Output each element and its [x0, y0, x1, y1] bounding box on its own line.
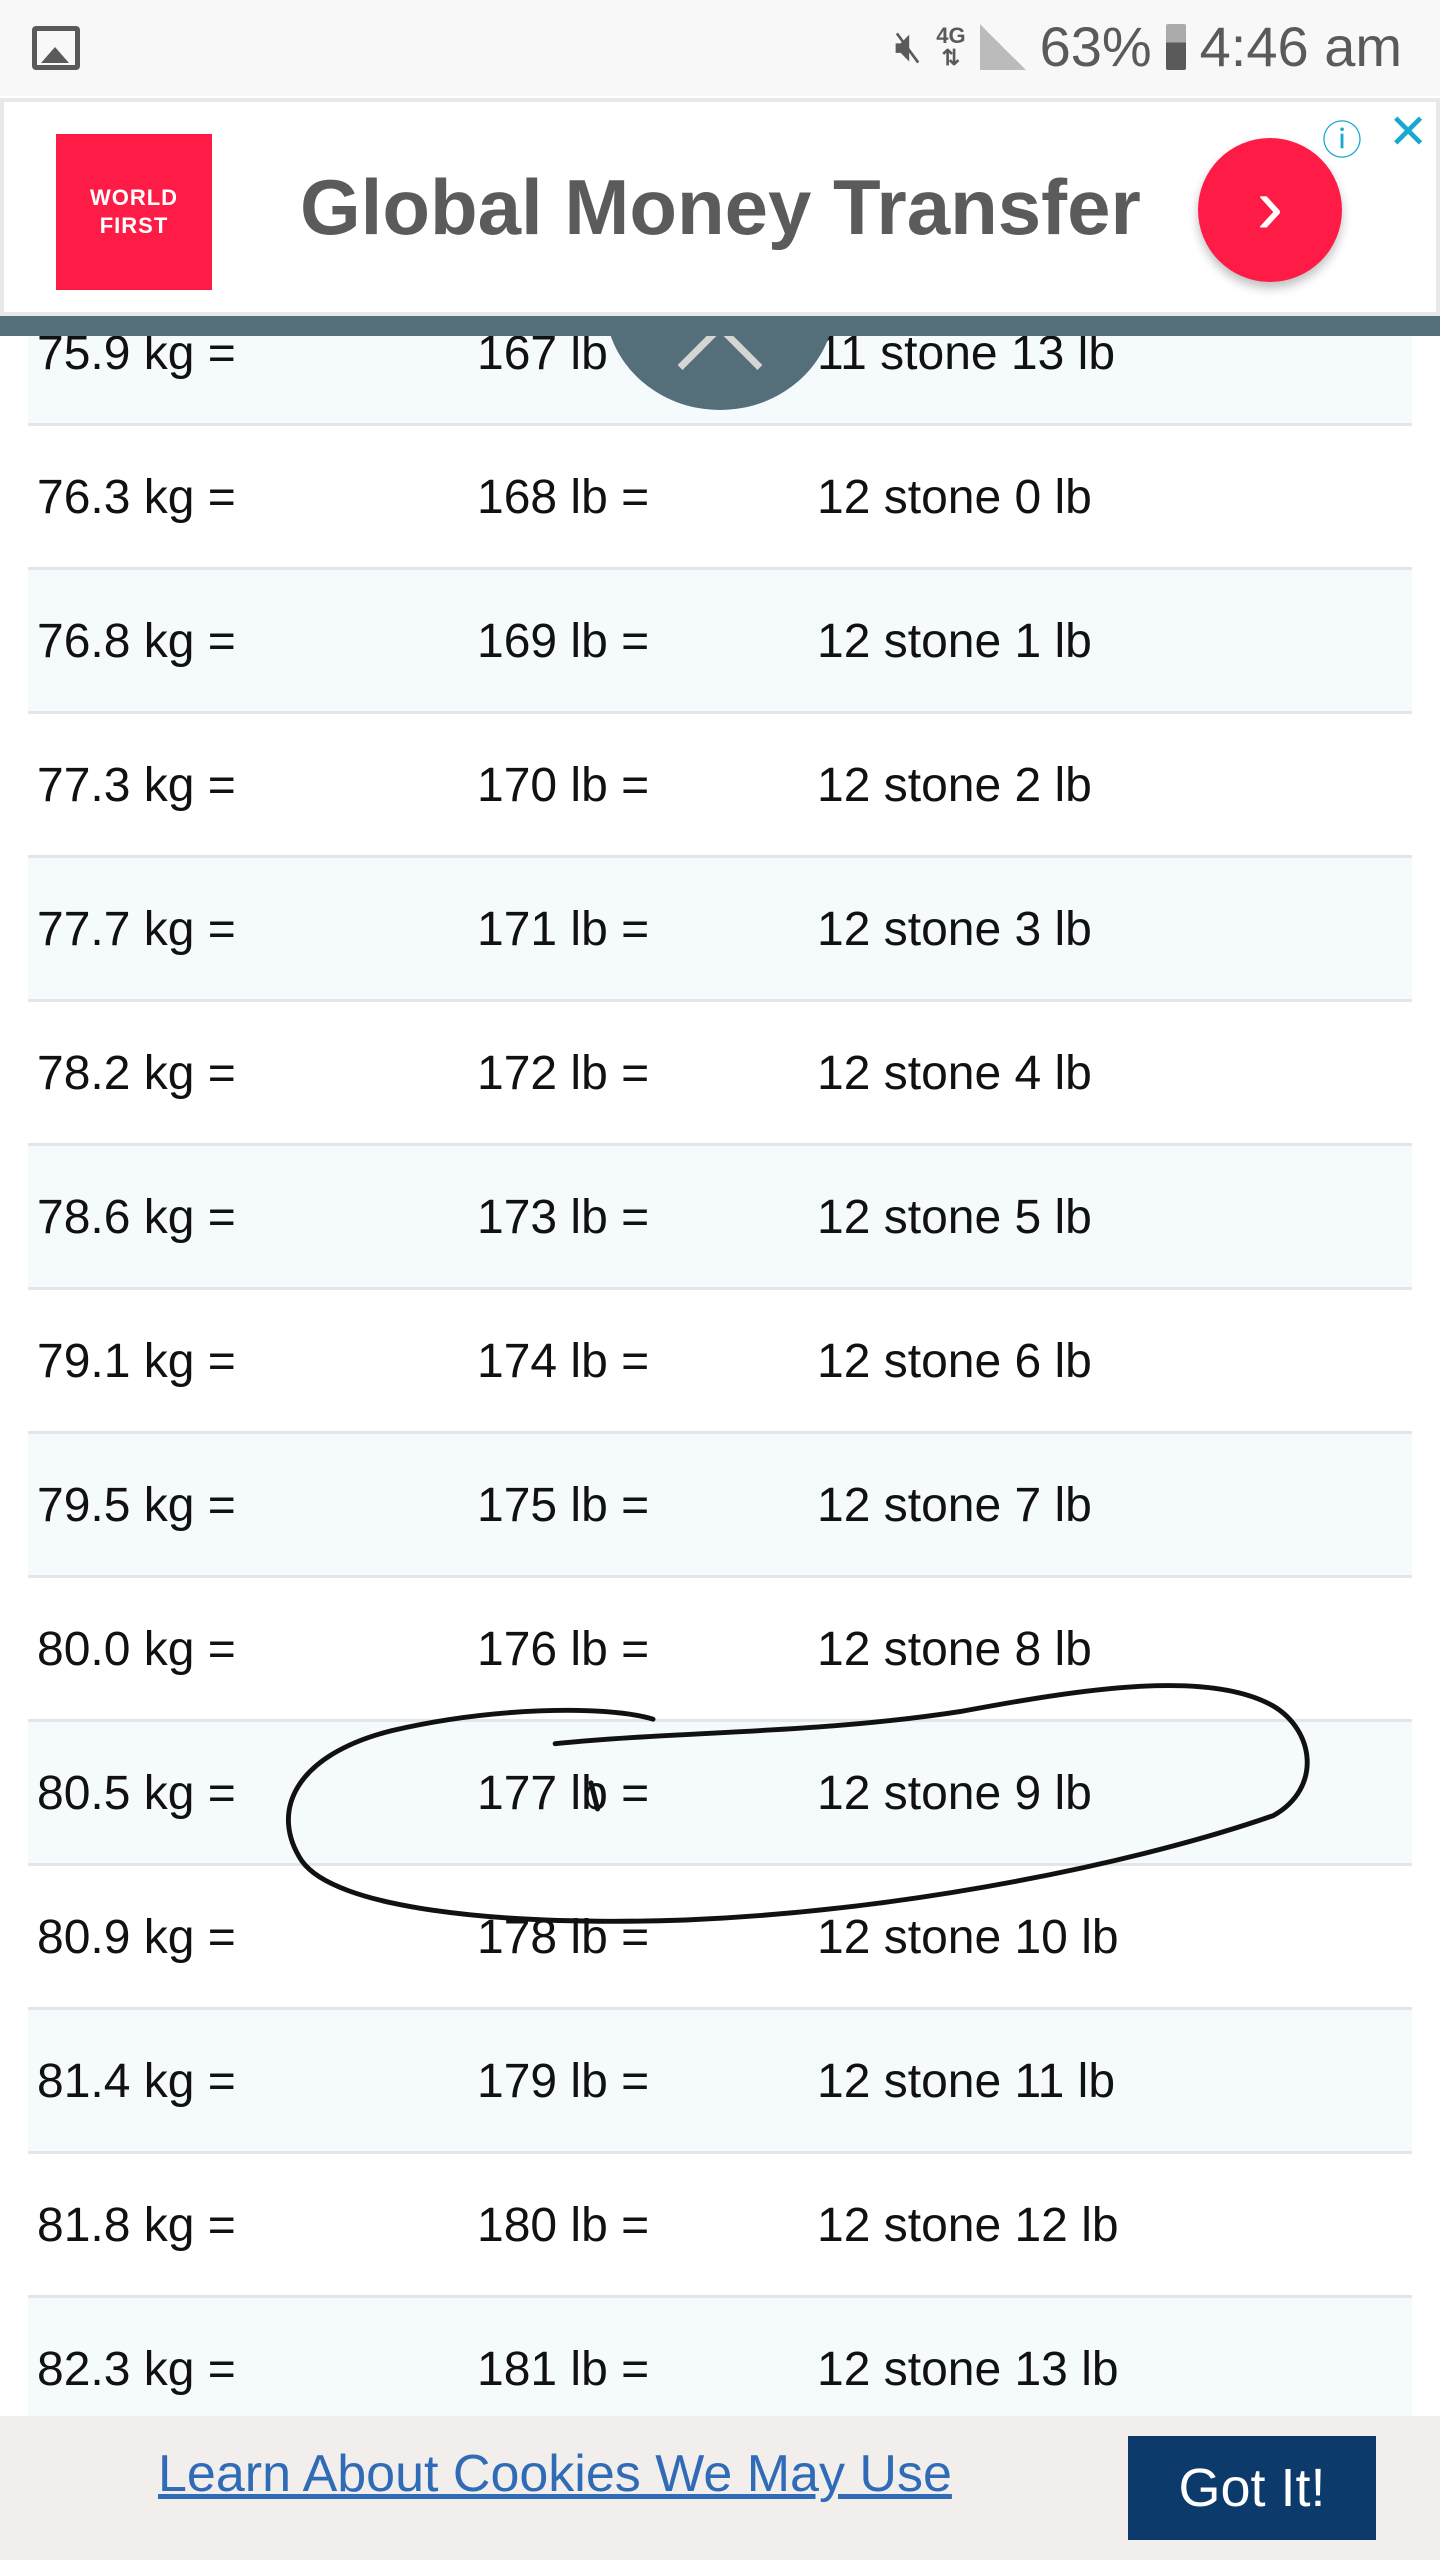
stone-cell: 12 stone 4 lb [817, 1047, 1092, 1100]
lb-cell: 173 lb = [477, 1191, 650, 1244]
lb-cell: 179 lb = [477, 2055, 650, 2108]
table-row: 80.5 kg = 177 lb = 12 stone 9 lb [28, 1722, 1412, 1866]
stone-cell: 12 stone 8 lb [817, 1623, 1092, 1676]
lb-cell: 174 lb = [477, 1335, 650, 1388]
lb-cell: 177 lb = [477, 1767, 650, 1820]
table-row: 79.5 kg = 175 lb = 12 stone 7 lb [28, 1434, 1412, 1578]
table-row: 80.9 kg = 178 lb = 12 stone 10 lb [28, 1866, 1412, 2010]
lb-cell: 171 lb = [477, 903, 650, 956]
stone-cell: 12 stone 13 lb [817, 2343, 1119, 2396]
close-icon[interactable]: ✕ [1388, 104, 1428, 160]
kg-cell: 76.3 kg = [37, 471, 236, 524]
kg-cell: 80.5 kg = [37, 1767, 236, 1820]
stone-cell: 12 stone 5 lb [817, 1191, 1092, 1244]
cookie-banner: Learn About Cookies We May Use Got It! [0, 2416, 1440, 2560]
status-bar: 🔇︎ 4G ⇅ 63% 4:46 am [0, 0, 1440, 96]
kg-cell: 77.3 kg = [37, 759, 236, 812]
kg-cell: 79.5 kg = [37, 1479, 236, 1532]
ad-title[interactable]: Global Money Transfer [300, 162, 1141, 253]
table-row: 79.1 kg = 174 lb = 12 stone 6 lb [28, 1290, 1412, 1434]
lb-cell: 176 lb = [477, 1623, 650, 1676]
stone-cell: 12 stone 7 lb [817, 1479, 1092, 1532]
chevron-right-icon[interactable]: › [1198, 138, 1342, 282]
kg-cell: 76.8 kg = [37, 615, 236, 668]
lb-cell: 181 lb = [477, 2343, 650, 2396]
header-bar [0, 316, 1440, 336]
kg-cell: 80.9 kg = [37, 1911, 236, 1964]
got-it-button[interactable]: Got It! [1128, 2436, 1376, 2540]
kg-cell: 81.8 kg = [37, 2199, 236, 2252]
table-row: 77.3 kg = 170 lb = 12 stone 2 lb [28, 714, 1412, 858]
stone-cell: 12 stone 11 lb [817, 2055, 1116, 2108]
mute-icon: 🔇︎ [894, 21, 923, 71]
table-row: 76.8 kg = 169 lb = 12 stone 1 lb [28, 570, 1412, 714]
lb-cell: 168 lb = [477, 471, 650, 524]
table-row: 80.0 kg = 176 lb = 12 stone 8 lb [28, 1578, 1412, 1722]
stone-cell: 12 stone 10 lb [817, 1911, 1119, 1964]
stone-cell: 12 stone 6 lb [817, 1335, 1092, 1388]
conversion-table: 75.9 kg = 167 lb = 11 stone 13 lb 76.3 kg =… [28, 282, 1412, 2442]
stone-cell: 12 stone 9 lb [817, 1767, 1092, 1820]
signal-icon [979, 23, 1026, 70]
lb-cell: 169 lb = [477, 615, 650, 668]
lb-cell: 175 lb = [477, 1479, 650, 1532]
table-row: 81.4 kg = 179 lb = 12 stone 11 lb [28, 2010, 1412, 2154]
stone-cell: 12 stone 0 lb [817, 471, 1092, 524]
stone-cell: 12 stone 3 lb [817, 903, 1092, 956]
stone-cell: 12 stone 2 lb [817, 759, 1092, 812]
kg-cell: 80.0 kg = [37, 1623, 236, 1676]
kg-cell: 77.7 kg = [37, 903, 236, 956]
kg-cell: 82.3 kg = [37, 2343, 236, 2396]
kg-cell: 78.2 kg = [37, 1047, 236, 1100]
kg-cell: 81.4 kg = [37, 2055, 236, 2108]
gallery-notification-icon [32, 26, 80, 70]
learn-cookies-link[interactable]: Learn About Cookies We May Use [158, 2444, 952, 2504]
network-label: 4G [936, 22, 966, 48]
kg-cell: 79.1 kg = [37, 1335, 236, 1388]
lb-cell: 170 lb = [477, 759, 650, 812]
table-row: 76.3 kg = 168 lb = 12 stone 0 lb [28, 426, 1412, 570]
stone-cell: 12 stone 1 lb [817, 615, 1092, 668]
table-row: 77.7 kg = 171 lb = 12 stone 3 lb [28, 858, 1412, 1002]
lb-cell: 178 lb = [477, 1911, 650, 1964]
network-4g-icon: 4G ⇅ [936, 22, 966, 70]
table-row: 78.6 kg = 173 lb = 12 stone 5 lb [28, 1146, 1412, 1290]
kg-cell: 78.6 kg = [37, 1191, 236, 1244]
battery-percent: 63% [1039, 15, 1152, 78]
battery-icon [1165, 23, 1186, 70]
world-first-logo: WORLD FIRST [56, 134, 212, 290]
lb-cell: 180 lb = [477, 2199, 650, 2252]
stone-cell: 12 stone 12 lb [817, 2199, 1119, 2252]
table-row: 78.2 kg = 172 lb = 12 stone 4 lb [28, 1002, 1412, 1146]
ad-banner[interactable]: WORLD FIRST Global Money Transfer › ⓘ ✕ [0, 98, 1440, 316]
clock: 4:46 am [1199, 15, 1402, 78]
table-row: 81.8 kg = 180 lb = 12 stone 12 lb [28, 2154, 1412, 2298]
adchoices-icon[interactable]: ⓘ [1322, 108, 1362, 166]
lb-cell: 172 lb = [477, 1047, 650, 1100]
